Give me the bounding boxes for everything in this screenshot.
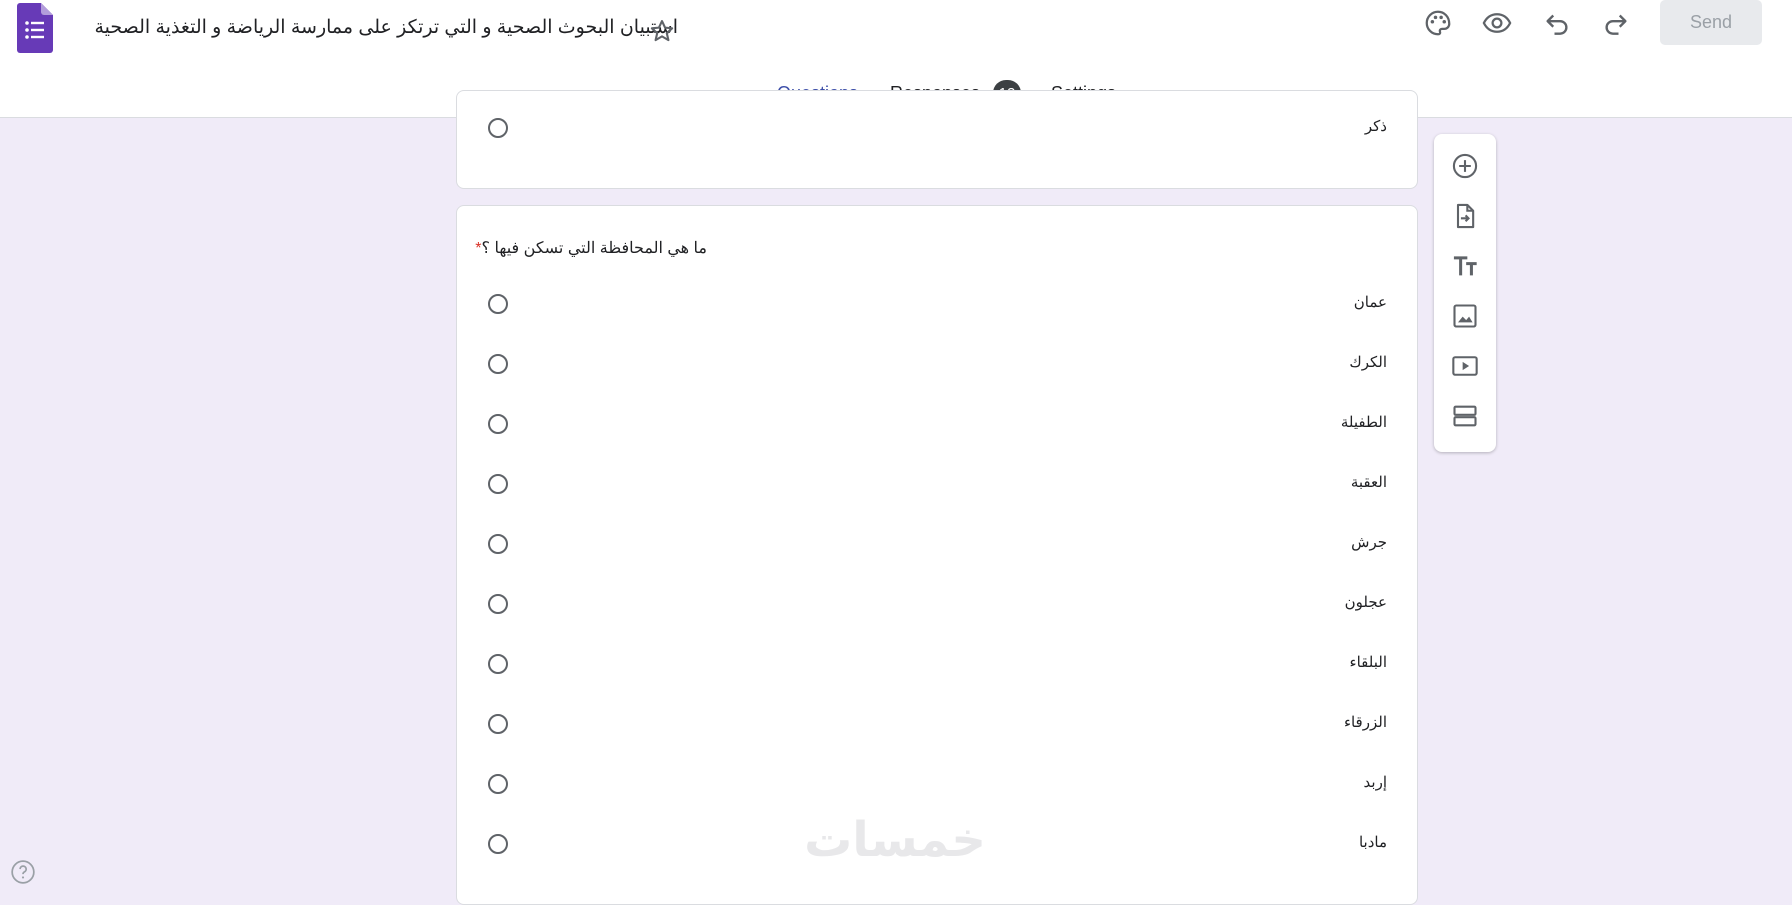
radio-button[interactable] — [488, 474, 508, 494]
add-section-icon[interactable] — [1451, 402, 1479, 430]
option-label: الكرك — [1349, 354, 1387, 371]
previous-question-card[interactable]: ذكر — [456, 90, 1418, 189]
radio-button[interactable] — [488, 414, 508, 434]
form-title[interactable]: استبيان البحوث الصحية و التي ترتكز على م… — [94, 16, 678, 39]
radio-button[interactable] — [488, 294, 508, 314]
radio-button[interactable] — [488, 834, 508, 854]
option-label: عجلون — [1344, 594, 1387, 611]
question-card[interactable]: *ما هي المحافظة التي تسكن فيها ؟ عمان ال… — [456, 205, 1418, 905]
option-label: جرش — [1351, 534, 1387, 551]
preview-eye-icon[interactable] — [1482, 8, 1512, 38]
watermark-logo: خمسات — [804, 812, 986, 868]
radio-button[interactable] — [488, 118, 508, 138]
radio-button[interactable] — [488, 714, 508, 734]
question-title: *ما هي المحافظة التي تسكن فيها ؟ — [471, 238, 707, 258]
add-question-icon[interactable] — [1451, 152, 1479, 180]
option-label: ذكر — [1364, 118, 1387, 135]
svg-text:خمسات: خمسات — [804, 812, 986, 868]
option-label: البلقاء — [1349, 654, 1387, 671]
radio-button[interactable] — [488, 534, 508, 554]
floating-toolbar — [1434, 134, 1496, 452]
redo-icon[interactable] — [1601, 8, 1631, 38]
add-video-icon[interactable] — [1451, 352, 1479, 380]
palette-icon[interactable] — [1423, 8, 1453, 38]
radio-button[interactable] — [488, 594, 508, 614]
radio-button[interactable] — [488, 774, 508, 794]
add-title-icon[interactable] — [1451, 252, 1479, 280]
option-label: إربد — [1363, 774, 1387, 791]
star-icon[interactable] — [648, 17, 676, 45]
option-label: الزرقاء — [1343, 714, 1387, 731]
import-questions-icon[interactable] — [1451, 202, 1479, 230]
option-label: مادبا — [1358, 834, 1387, 851]
option-label: العقبة — [1350, 474, 1387, 491]
undo-icon[interactable] — [1542, 8, 1572, 38]
add-image-icon[interactable] — [1451, 302, 1479, 330]
radio-button[interactable] — [488, 354, 508, 374]
question-text: ما هي المحافظة التي تسكن فيها ؟ — [481, 240, 707, 257]
option-label: عمان — [1353, 294, 1387, 311]
option-label: الطفيلة — [1340, 414, 1387, 431]
radio-button[interactable] — [488, 654, 508, 674]
send-button[interactable]: Send — [1660, 0, 1762, 45]
forms-logo-icon[interactable] — [17, 3, 53, 53]
help-icon[interactable] — [10, 859, 36, 885]
